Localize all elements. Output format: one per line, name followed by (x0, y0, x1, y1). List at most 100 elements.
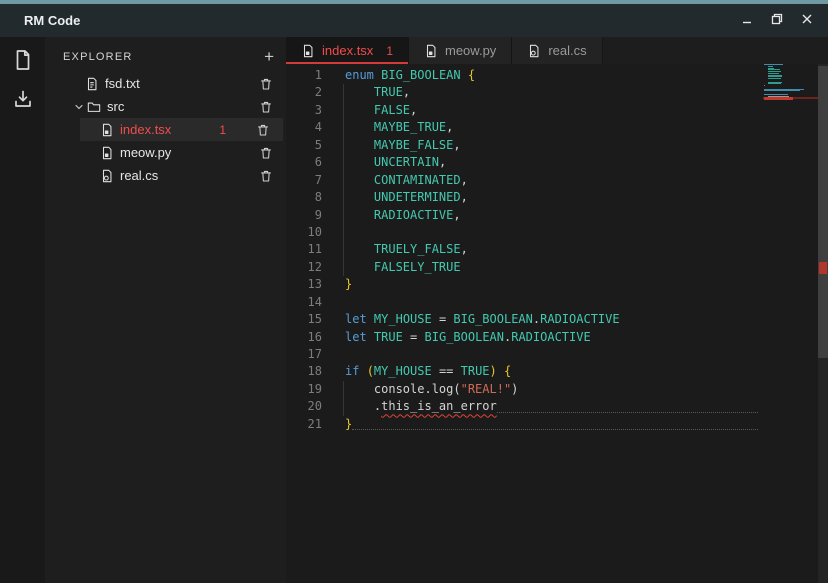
code-text: if (MY_HOUSE == TRUE) { (345, 363, 511, 380)
line-number: 10 (286, 224, 322, 241)
add-file-button[interactable]: + (264, 48, 274, 65)
explorer-header: EXPLORER + (45, 43, 286, 70)
code-editor[interactable]: 1enum BIG_BOOLEAN {2 TRUE,3 FALSE,4 MAYB… (286, 64, 828, 583)
activity-bar (0, 37, 45, 583)
code-text: UNCERTAIN, (345, 154, 446, 171)
code-line-11: 11 TRUELY_FALSE, (286, 241, 828, 258)
line-number: 6 (286, 154, 322, 171)
dotted-trail-line (352, 429, 758, 430)
line-number: 2 (286, 84, 322, 101)
download-icon[interactable] (11, 87, 35, 111)
code-text: RADIOACTIVE, (345, 207, 461, 224)
tab-index.tsx[interactable]: index.tsx1 (286, 37, 409, 64)
line-number: 1 (286, 67, 322, 84)
maximize-button[interactable] (770, 14, 784, 28)
line-number: 21 (286, 416, 322, 433)
line-number: 3 (286, 102, 322, 119)
window-controls (740, 14, 814, 28)
code-line-12: 12 FALSELY_TRUE (286, 259, 828, 276)
close-button[interactable] (800, 14, 814, 28)
code-line-6: 6 UNCERTAIN, (286, 154, 828, 171)
tab-label: real.cs (548, 43, 586, 58)
code-line-4: 4 MAYBE_TRUE, (286, 119, 828, 136)
chevron-down-icon (73, 101, 85, 113)
main-area: EXPLORER + fsd.txtsrcindex.tsx1meow.pyre… (0, 37, 828, 583)
tab-meow.py[interactable]: meow.py (409, 37, 512, 64)
code-text: console.log("REAL!") (345, 381, 518, 398)
maximize-icon (771, 12, 783, 30)
file-text-icon (85, 77, 99, 91)
code-line-17: 17 (286, 346, 828, 363)
code-text: UNDETERMINED, (345, 189, 468, 206)
minimize-icon (741, 12, 753, 30)
file-code-icon (100, 146, 114, 160)
line-number: 5 (286, 137, 322, 154)
code-line-18: 18 if (MY_HOUSE == TRUE) { (286, 363, 828, 380)
trash-icon[interactable] (259, 169, 273, 183)
file-code-icon (424, 44, 438, 58)
code-line-2: 2 TRUE, (286, 84, 828, 101)
tab-bar: index.tsx1meow.py real.cs (286, 37, 828, 64)
code-line-5: 5 MAYBE_FALSE, (286, 137, 828, 154)
minimap-line (764, 85, 765, 86)
scrollbar-error-mark (819, 262, 827, 274)
code-line-16: 16 let TRUE = BIG_BOOLEAN.RADIOACTIVE (286, 329, 828, 346)
line-number: 7 (286, 172, 322, 189)
trash-icon[interactable] (259, 100, 273, 114)
file-row-src[interactable]: src (45, 95, 286, 118)
app-window: RM Code (0, 0, 828, 583)
line-number: 12 (286, 259, 322, 276)
minimap-line (768, 78, 781, 79)
minimize-button[interactable] (740, 14, 754, 28)
file-row-real.cs[interactable]: real.cs (45, 164, 286, 187)
file-row-meow.py[interactable]: meow.py (45, 141, 286, 164)
line-number: 4 (286, 119, 322, 136)
line-number: 11 (286, 241, 322, 258)
code-text: let TRUE = BIG_BOOLEAN.RADIOACTIVE (345, 329, 591, 346)
code-text: MAYBE_TRUE, (345, 119, 453, 136)
line-number: 18 (286, 363, 322, 380)
minimap[interactable] (762, 64, 818, 174)
problem-count-badge: 1 (386, 44, 393, 58)
minimap-error-highlight (764, 97, 793, 100)
file-name: real.cs (120, 168, 158, 183)
line-number: 8 (286, 189, 322, 206)
file-name: meow.py (120, 145, 171, 160)
file-row-fsd.txt[interactable]: fsd.txt (45, 72, 286, 95)
file-code-icon (100, 123, 114, 137)
file-circle-icon (527, 44, 541, 58)
trash-icon[interactable] (259, 146, 273, 160)
file-name: src (107, 99, 124, 114)
code-line-15: 15let MY_HOUSE = BIG_BOOLEAN.RADIOACTIVE (286, 311, 828, 328)
scrollbar-thumb[interactable] (818, 66, 828, 358)
code-line-13: 13} (286, 276, 828, 293)
file-icon[interactable] (11, 48, 35, 72)
title-bar: RM Code (0, 4, 828, 37)
close-icon (801, 12, 813, 30)
editor-group: index.tsx1meow.py real.cs 1enum BIG_BOOLE… (286, 37, 828, 583)
line-number: 17 (286, 346, 322, 363)
problem-count-badge: 1 (219, 123, 226, 137)
code-text: CONTAMINATED, (345, 172, 468, 189)
trash-icon[interactable] (256, 123, 270, 137)
line-number: 14 (286, 294, 322, 311)
file-name: index.tsx (120, 122, 171, 137)
code-line-1: 1enum BIG_BOOLEAN { (286, 67, 828, 84)
trash-icon[interactable] (259, 77, 273, 91)
line-number: 16 (286, 329, 322, 346)
tab-real.cs[interactable]: real.cs (512, 37, 602, 64)
file-row-index.tsx[interactable]: index.tsx 1 (80, 118, 283, 141)
minimap-line (768, 83, 781, 84)
file-name: fsd.txt (105, 76, 140, 91)
code-line-3: 3 FALSE, (286, 102, 828, 119)
line-number: 13 (286, 276, 322, 293)
code-text: FALSE, (345, 102, 417, 119)
code-text: .this_is_an_error (345, 398, 497, 415)
line-number: 19 (286, 381, 322, 398)
code-line-7: 7 CONTAMINATED, (286, 172, 828, 189)
code-text: } (345, 416, 352, 433)
scrollbar-track[interactable] (818, 64, 828, 583)
code-line-10: 10 (286, 224, 828, 241)
folder-icon (87, 100, 101, 114)
file-list: fsd.txt src index.tsx 1 meow.py real.cs (45, 72, 286, 187)
